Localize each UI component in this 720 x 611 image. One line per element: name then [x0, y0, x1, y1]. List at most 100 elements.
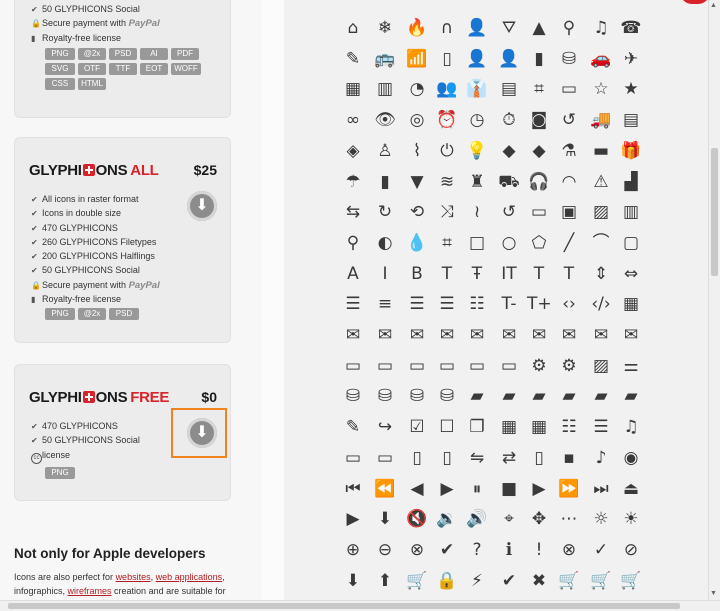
cleaning-icon[interactable]: ⚗: [557, 139, 581, 163]
format-tag-pdf[interactable]: PDF: [171, 48, 199, 60]
signal-icon[interactable]: ▟: [619, 170, 643, 194]
crop-icon[interactable]: ⌗: [435, 231, 459, 255]
iphone-icon[interactable]: ▯: [435, 47, 459, 71]
message-full-icon[interactable]: ✉: [341, 323, 365, 347]
vector-frame-icon[interactable]: ▢: [619, 231, 643, 255]
justify-icon[interactable]: ☰: [435, 292, 459, 316]
truck-icon[interactable]: 🚚: [589, 108, 613, 132]
bar-chart-icon[interactable]: ▥: [373, 77, 397, 101]
power-icon[interactable]: ⏻: [435, 139, 459, 163]
eye-close-icon[interactable]: ◎: [405, 108, 429, 132]
download-button[interactable]: [187, 191, 217, 221]
file-icon[interactable]: ▮: [527, 47, 551, 71]
inbox-plus-icon[interactable]: ▭: [373, 354, 397, 378]
group-icon[interactable]: 👥: [435, 77, 459, 101]
bulb-icon[interactable]: 💡: [465, 139, 489, 163]
vector-line-icon[interactable]: ╱: [557, 231, 581, 255]
stroller-icon[interactable]: ⛟: [497, 170, 521, 194]
folder-lock-icon[interactable]: ▰: [557, 384, 581, 408]
refresh-icon[interactable]: ↻: [373, 200, 397, 224]
magnet-icon[interactable]: ∩: [435, 16, 459, 40]
iphone-exchange-icon[interactable]: ⇄: [497, 446, 521, 470]
move-icon[interactable]: ✥: [527, 507, 551, 531]
text-underline-icon[interactable]: T: [435, 262, 459, 286]
wifi-icon[interactable]: 📶: [405, 47, 429, 71]
format-tag-eot[interactable]: EOT: [140, 63, 168, 75]
align-left-icon[interactable]: ☰: [341, 292, 365, 316]
format-tag-html[interactable]: HTML: [78, 78, 106, 90]
ipad-icon[interactable]: ▯: [405, 446, 429, 470]
user-tie-icon[interactable]: 👔: [465, 77, 489, 101]
star-empty-icon[interactable]: ☆: [589, 77, 613, 101]
shuffle-icon[interactable]: ⤨: [435, 200, 459, 224]
volume-up-icon[interactable]: 🔊: [465, 507, 489, 531]
inbox-lock-icon[interactable]: ▭: [435, 354, 459, 378]
inbox-icon[interactable]: ▭: [341, 354, 365, 378]
text-smaller-icon[interactable]: T-: [497, 292, 521, 316]
horizontal-scrollbar[interactable]: [0, 600, 720, 611]
fast-forward-icon[interactable]: ⏩: [557, 477, 581, 501]
eyedropper-icon[interactable]: ⚲: [341, 231, 365, 255]
forward-icon[interactable]: ▶: [527, 477, 551, 501]
folder-plus-icon[interactable]: ▰: [497, 384, 521, 408]
play-icon[interactable]: ▶: [435, 477, 459, 501]
display-icon[interactable]: ▭: [527, 200, 551, 224]
message-in-icon[interactable]: ✉: [405, 323, 429, 347]
scroll-down-arrow-icon[interactable]: ▼: [710, 590, 717, 597]
database-icon[interactable]: ⛁: [557, 47, 581, 71]
align-center-icon[interactable]: ≡: [373, 292, 397, 316]
home-icon[interactable]: ⌂: [341, 16, 365, 40]
inbox-out-icon[interactable]: ▭: [497, 354, 521, 378]
search-icon[interactable]: ⚲: [557, 16, 581, 40]
calendar-icon[interactable]: ▤: [497, 77, 521, 101]
cup-icon[interactable]: ♜: [465, 170, 489, 194]
web-applications-link[interactable]: web applications: [156, 572, 223, 582]
eye-open-icon[interactable]: 👁: [373, 108, 397, 132]
format-tag-ttf[interactable]: TTF: [109, 63, 137, 75]
table-icon[interactable]: ▦: [619, 292, 643, 316]
ear-plugs-icon[interactable]: ♪: [589, 446, 613, 470]
chart-icon[interactable]: ▦: [341, 77, 365, 101]
drops-icon[interactable]: 💧: [405, 231, 429, 255]
book-icon[interactable]: ▮: [373, 170, 397, 194]
font-icon[interactable]: A: [341, 262, 365, 286]
screenshot-icon[interactable]: ⌖: [497, 507, 521, 531]
step-forward-icon[interactable]: ⏭: [589, 477, 613, 501]
message-new-icon[interactable]: ✉: [619, 323, 643, 347]
folder-new-icon[interactable]: ▰: [619, 384, 643, 408]
rewind-icon[interactable]: ◀: [405, 477, 429, 501]
plus-sign-icon[interactable]: ⊕: [341, 538, 365, 562]
retweet-icon[interactable]: ⇆: [341, 200, 365, 224]
warning-icon[interactable]: ⚠: [589, 170, 613, 194]
show-thumbnails-list-icon[interactable]: ☷: [557, 415, 581, 439]
folder-minus-icon[interactable]: ▰: [527, 384, 551, 408]
exclamation-sign-icon[interactable]: !: [527, 538, 551, 562]
mute-icon[interactable]: 🔇: [405, 507, 429, 531]
show-list-icon[interactable]: ☰: [589, 415, 613, 439]
macbook-icon[interactable]: ▭: [373, 446, 397, 470]
vertical-scroll-thumb[interactable]: [711, 148, 718, 276]
compass-icon[interactable]: ◈: [341, 139, 365, 163]
database-ban-icon[interactable]: ⛁: [435, 384, 459, 408]
iphone-transfer-icon[interactable]: ⇋: [465, 446, 489, 470]
folder-open-icon[interactable]: ▰: [465, 384, 489, 408]
projector-icon[interactable]: ◙: [527, 108, 551, 132]
gift-icon[interactable]: 🎁: [619, 139, 643, 163]
picture-icon[interactable]: ▨: [589, 354, 613, 378]
remove-circle-icon[interactable]: ⊗: [557, 538, 581, 562]
snowflake-icon[interactable]: ❄: [373, 16, 397, 40]
text-space-icon[interactable]: ⇕: [589, 262, 613, 286]
tags-icon[interactable]: ◆: [527, 139, 551, 163]
list-icon[interactable]: ☷: [465, 292, 489, 316]
message-ban-icon[interactable]: ✉: [527, 323, 551, 347]
facetime-video-icon[interactable]: ▶: [341, 507, 365, 531]
phone-list-icon[interactable]: ☎: [619, 16, 643, 40]
fire-icon[interactable]: 🔥: [405, 16, 429, 40]
format-tag-2x[interactable]: @2x: [78, 308, 106, 320]
ban-circle-icon[interactable]: ⊘: [619, 538, 643, 562]
building-icon[interactable]: ▥: [619, 200, 643, 224]
basket-out-icon[interactable]: 🛒: [589, 569, 613, 593]
scroll-up-arrow-icon[interactable]: ▲: [710, 2, 717, 9]
music-icon[interactable]: ♫: [589, 16, 613, 40]
embed-icon[interactable]: ‹›: [557, 292, 581, 316]
